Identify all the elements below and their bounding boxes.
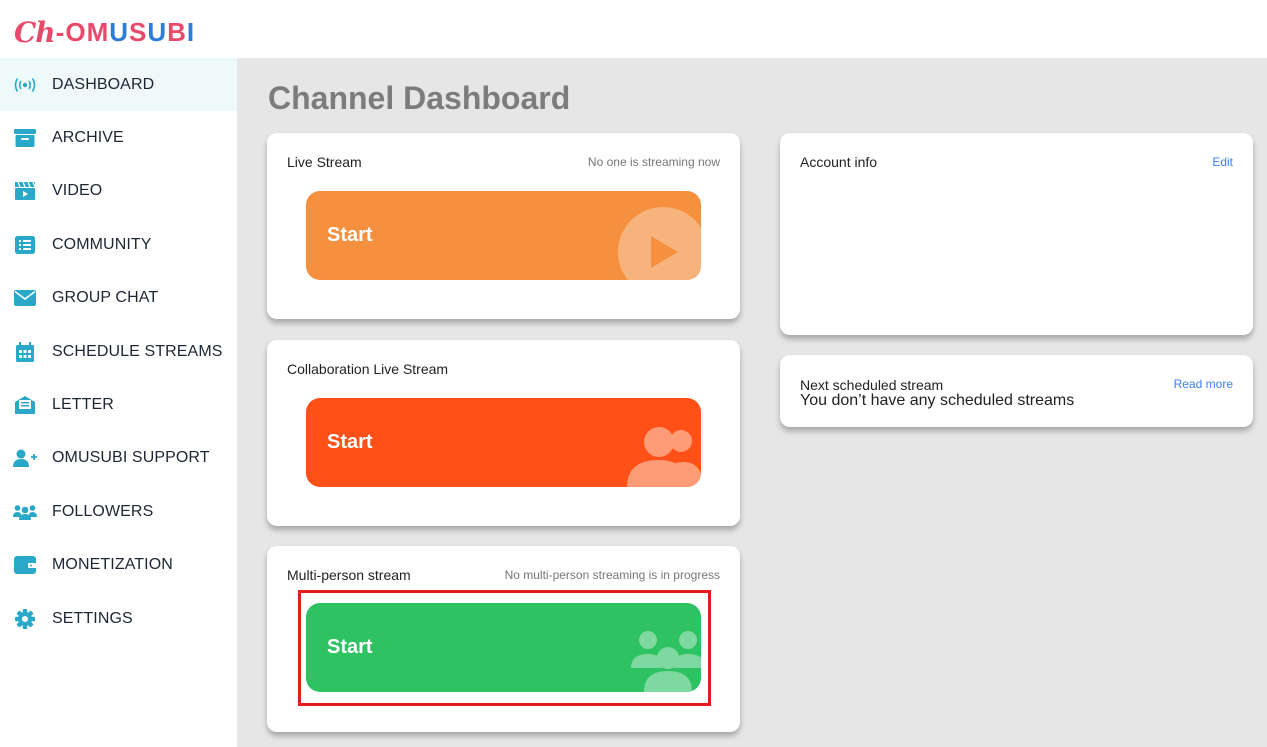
sidebar-item-label: GROUP CHAT — [52, 289, 159, 307]
calendar-icon — [13, 340, 37, 364]
collab-stream-title: Collaboration Live Stream — [287, 361, 449, 377]
add-user-icon — [13, 446, 37, 470]
clapperboard-icon — [13, 179, 37, 203]
sidebar-item-label: ARCHIVE — [52, 129, 124, 147]
multi-stream-card: Multi-person stream No multi-person stre… — [267, 546, 740, 732]
sidebar-item-group-chat[interactable]: GROUP CHAT — [0, 272, 237, 325]
sidebar-item-settings[interactable]: SETTINGS — [0, 592, 237, 645]
live-stream-card: Live Stream No one is streaming now Star… — [267, 133, 740, 319]
live-stream-status: No one is streaming now — [587, 155, 720, 169]
read-more-link[interactable]: Read more — [1174, 377, 1233, 391]
account-info-card: Account info Edit — [780, 133, 1253, 335]
list-icon — [13, 233, 37, 257]
no-scheduled-message: You don’t have any scheduled streams — [800, 392, 1075, 409]
sidebar: DASHBOARD ARCHIVE VIDEO COMMUNITY GROUP … — [0, 58, 237, 747]
next-scheduled-title: Next scheduled stream — [800, 377, 944, 393]
collab-stream-card: Collaboration Live Stream Start — [267, 340, 740, 526]
page-title: Channel Dashboard — [268, 80, 571, 116]
logo-wordmark: -OMUSUBI — [55, 16, 196, 47]
sidebar-item-label: MONETIZATION — [52, 556, 173, 574]
multi-stream-title: Multi-person stream — [287, 567, 411, 583]
multi-stream-status: No multi-person streaming is in progress — [504, 568, 720, 582]
sidebar-item-label: SCHEDULE STREAMS — [52, 342, 223, 360]
play-icon — [618, 207, 701, 280]
sidebar-item-monetization[interactable]: MONETIZATION — [0, 539, 237, 592]
broadcast-icon — [13, 73, 37, 97]
live-stream-title: Live Stream — [287, 154, 362, 170]
live-stream-start-button[interactable]: Start — [306, 191, 701, 280]
next-scheduled-card: Next scheduled stream Read more You don’… — [780, 355, 1253, 427]
main-content: Channel Dashboard Live Stream No one is … — [237, 58, 1267, 747]
sidebar-item-community[interactable]: COMMUNITY — [0, 218, 237, 271]
start-button-label: Start — [327, 431, 373, 453]
sidebar-item-video[interactable]: VIDEO — [0, 165, 237, 218]
sidebar-item-label: FOLLOWERS — [52, 502, 154, 520]
sidebar-item-followers[interactable]: FOLLOWERS — [0, 485, 237, 538]
two-people-icon — [627, 427, 701, 487]
sidebar-item-letter[interactable]: LETTER — [0, 378, 237, 431]
gear-icon — [13, 607, 37, 631]
followers-icon — [13, 500, 37, 524]
logo-ch: Ch — [14, 15, 56, 49]
edit-link[interactable]: Edit — [1212, 155, 1233, 169]
sidebar-item-label: OMUSUBI SUPPORT — [52, 449, 210, 467]
sidebar-item-label: LETTER — [52, 396, 114, 414]
start-button-label: Start — [327, 224, 373, 246]
sidebar-item-label: COMMUNITY — [52, 235, 152, 253]
letter-icon — [13, 393, 37, 417]
account-info-title: Account info — [800, 154, 878, 170]
wallet-icon — [13, 553, 37, 577]
collab-stream-start-button[interactable]: Start — [306, 398, 701, 487]
sidebar-item-archive[interactable]: ARCHIVE — [0, 111, 237, 164]
sidebar-item-dashboard[interactable]: DASHBOARD — [0, 58, 237, 112]
archive-box-icon — [13, 126, 37, 150]
sidebar-item-omusubi-support[interactable]: OMUSUBI SUPPORT — [0, 432, 237, 485]
sidebar-item-label: DASHBOARD — [52, 75, 155, 93]
app-logo[interactable]: Ch -OMUSUBI — [14, 12, 195, 52]
sidebar-item-label: SETTINGS — [52, 609, 133, 627]
sidebar-item-label: VIDEO — [52, 182, 103, 200]
highlight-box — [298, 590, 711, 706]
sidebar-item-schedule-streams[interactable]: SCHEDULE STREAMS — [0, 325, 237, 378]
envelope-icon — [13, 286, 37, 310]
